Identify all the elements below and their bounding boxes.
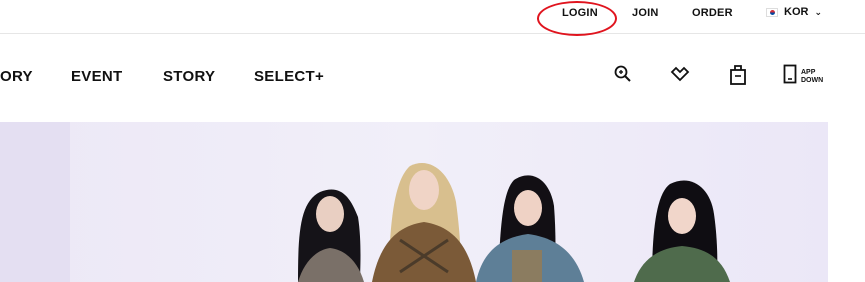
app-down-line1: APP (801, 68, 816, 76)
nav-item-select-plus[interactable]: SELECT+ (254, 68, 324, 85)
search-icon[interactable] (613, 64, 633, 89)
heart-icon[interactable] (669, 64, 691, 89)
nav-item-story-partial[interactable]: ORY (0, 68, 33, 85)
shopping-bag-icon[interactable] (729, 64, 747, 91)
nav-item-event[interactable]: EVENT (71, 68, 123, 85)
main-nav: ORY EVENT STORY SELECT+ APP DOWN (0, 34, 865, 122)
app-download-button[interactable]: APP DOWN (783, 64, 823, 89)
mobile-phone-icon (783, 64, 797, 89)
app-down-label: APP DOWN (801, 69, 823, 85)
korea-flag-icon (766, 7, 778, 17)
language-selector[interactable]: KOR ⌄ (766, 6, 822, 18)
app-down-line2: DOWN (801, 76, 824, 84)
order-link[interactable]: ORDER (692, 7, 733, 19)
nav-item-story[interactable]: STORY (163, 68, 215, 85)
language-label: KOR (784, 6, 809, 18)
hero-side-panel (0, 122, 70, 282)
hero-banner[interactable] (0, 122, 828, 282)
join-link[interactable]: JOIN (632, 7, 658, 19)
group-photo-image (298, 163, 730, 282)
utility-bar: LOGIN JOIN ORDER KOR ⌄ (0, 0, 865, 36)
chevron-down-icon: ⌄ (814, 6, 822, 17)
login-link[interactable]: LOGIN (562, 7, 598, 19)
